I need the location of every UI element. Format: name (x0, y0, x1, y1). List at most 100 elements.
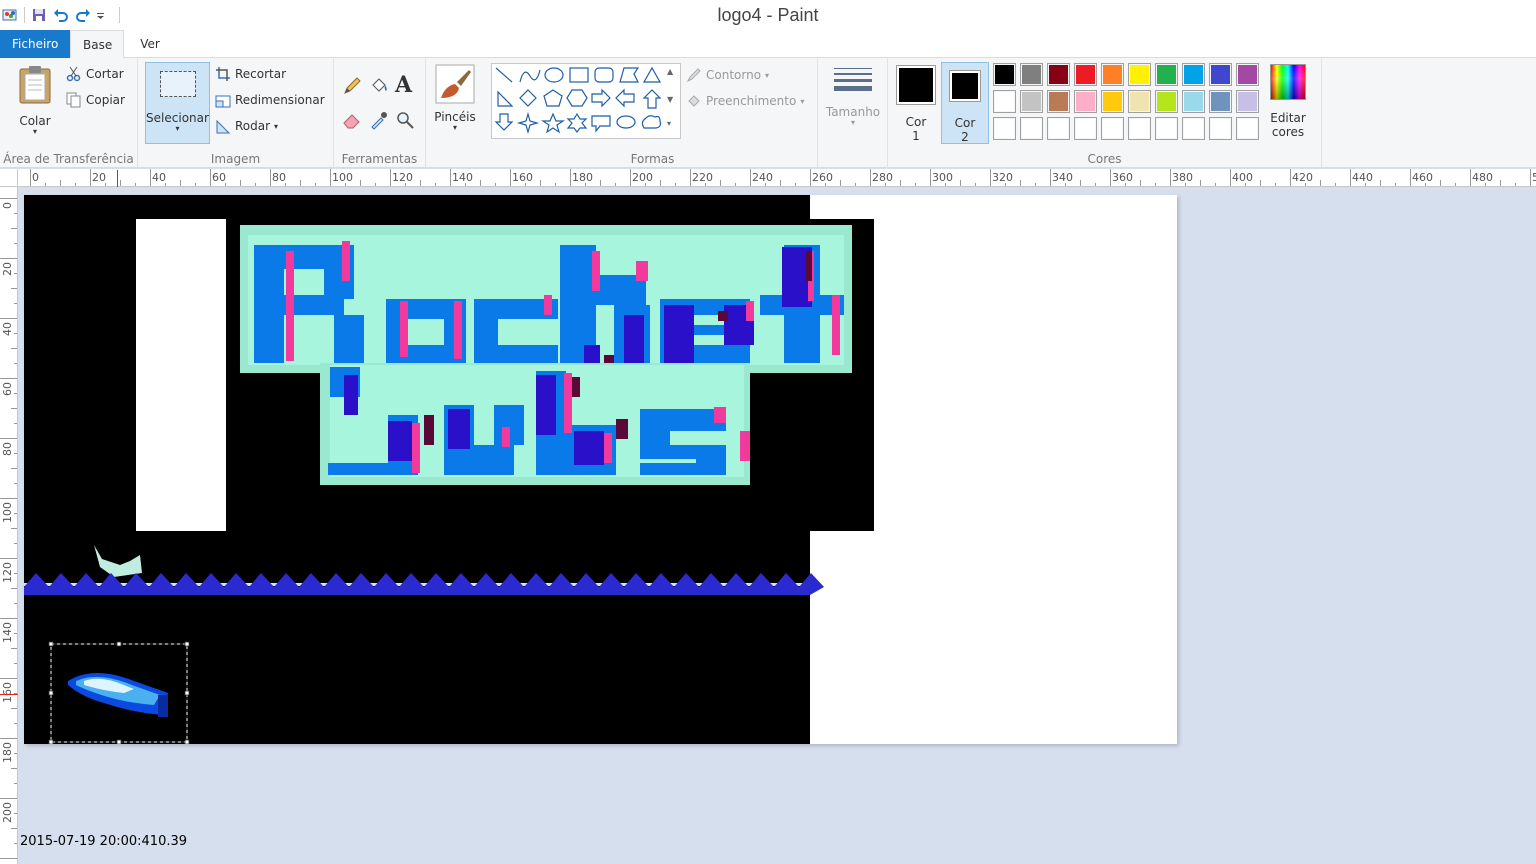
tab-home[interactable]: Base (70, 30, 124, 59)
pencil-icon[interactable] (342, 76, 362, 96)
oval-shape-icon (544, 67, 564, 83)
palette-swatch[interactable] (1128, 90, 1151, 113)
ruler-label: 40 (1, 322, 14, 336)
palette-empty-swatch[interactable] (1047, 117, 1070, 140)
cut-button[interactable]: Cortar (66, 66, 124, 82)
rectangle-shape-icon (569, 67, 589, 83)
palette-empty-swatch[interactable] (1020, 117, 1043, 140)
select-button[interactable]: Selecionar ▾ (145, 62, 210, 144)
canvas-image (24, 195, 874, 745)
rotate-icon (216, 119, 231, 134)
ruler-tick (11, 228, 17, 229)
palette-swatch[interactable] (1074, 63, 1097, 86)
rotate-button[interactable]: Rodar ▾ (215, 118, 278, 134)
ruler-tick (11, 768, 17, 769)
outline-button[interactable]: Contorno ▾ (686, 67, 769, 83)
palette-empty-swatch[interactable] (1182, 117, 1205, 140)
ruler-tick (14, 603, 17, 604)
tab-file[interactable]: Ficheiro (0, 30, 70, 58)
palette-swatch[interactable] (1074, 90, 1097, 113)
ruler-label: 160 (1, 682, 14, 703)
color1-swatch (896, 65, 936, 105)
color1-button[interactable]: Cor 1 (893, 62, 939, 144)
palette-swatch[interactable] (1128, 63, 1151, 86)
palette-swatch[interactable] (993, 63, 1016, 86)
scissors-icon (66, 66, 81, 82)
text-tool-icon[interactable]: A (395, 72, 412, 98)
drawing-canvas[interactable] (24, 195, 1177, 745)
palette-swatch[interactable] (1047, 63, 1070, 86)
ruler-label: 380 (1172, 171, 1193, 184)
ruler-tick (1020, 180, 1021, 186)
palette-swatch[interactable] (1236, 63, 1259, 86)
palette-empty-swatch[interactable] (1101, 117, 1124, 140)
ruler-tick (60, 180, 61, 186)
ruler-tick (180, 180, 181, 186)
palette-empty-swatch[interactable] (1209, 117, 1232, 140)
ruler-tick (855, 183, 856, 186)
polygon-shape-icon (619, 67, 640, 83)
paste-label: Colar (19, 114, 51, 128)
palette-swatch[interactable] (1155, 63, 1178, 86)
shapes-more-icon[interactable]: ▾ (667, 118, 679, 130)
select-label: Selecionar (146, 111, 209, 125)
brushes-button[interactable]: Pincéis ▾ (432, 64, 478, 132)
ruler-tick (1155, 183, 1156, 186)
ruler-label: 80 (1, 442, 14, 456)
paste-button[interactable]: Colar ▾ (10, 64, 60, 144)
palette-empty-swatch[interactable] (1074, 117, 1097, 140)
ruler-tick (360, 180, 361, 186)
ruler-label: 100 (332, 171, 353, 184)
ruler-tick (930, 169, 931, 186)
palette-swatch[interactable] (1020, 63, 1043, 86)
clipboard-group: Colar ▾ Cortar Copiar Área de Transferên… (0, 58, 138, 168)
chevron-down-icon: ▾ (452, 123, 457, 132)
ruler-tick (11, 288, 17, 289)
palette-swatch[interactable] (1047, 90, 1070, 113)
resize-button[interactable]: Redimensionar (215, 92, 325, 108)
fill-bucket-small-icon (688, 95, 700, 107)
ruler-tick (915, 183, 916, 186)
palette-swatch[interactable] (1020, 90, 1043, 113)
ruler-tick (975, 183, 976, 186)
size-button[interactable]: Tamanho ▾ (823, 64, 883, 127)
color2-button[interactable]: Cor 2 (941, 62, 989, 144)
magnifier-icon[interactable] (395, 110, 415, 130)
palette-swatch[interactable] (1182, 90, 1205, 113)
palette-swatch[interactable] (1182, 63, 1205, 86)
tab-view[interactable]: Ver (128, 30, 172, 58)
palette-empty-swatch[interactable] (1236, 117, 1259, 140)
shapes-scroll-down-icon[interactable]: ▼ (667, 94, 679, 106)
palette-empty-swatch[interactable] (993, 117, 1016, 140)
palette-swatch[interactable] (1209, 63, 1232, 86)
ruler-tick (540, 180, 541, 186)
colors-group-label: Cores (1087, 152, 1122, 166)
horizontal-cursor-marker (117, 170, 118, 187)
shapes-scroll-up-icon[interactable]: ▲ (667, 66, 679, 78)
palette-empty-swatch[interactable] (1155, 117, 1178, 140)
color-picker-icon[interactable] (369, 110, 389, 130)
palette-swatch[interactable] (1101, 90, 1124, 113)
ruler-tick (450, 169, 451, 186)
chevron-down-icon: ▾ (765, 70, 770, 80)
six-point-star-shape-icon (566, 112, 588, 133)
palette-swatch[interactable] (1209, 90, 1232, 113)
fill-bucket-icon[interactable] (369, 76, 389, 96)
palette-swatch[interactable] (1101, 63, 1124, 86)
chevron-down-icon: ▾ (800, 96, 805, 106)
crop-button[interactable]: Recortar (215, 66, 286, 82)
palette-swatch[interactable] (1155, 90, 1178, 113)
palette-swatch[interactable] (1236, 90, 1259, 113)
palette-empty-swatch[interactable] (1128, 117, 1151, 140)
edit-colors-button[interactable]: Editar cores (1266, 64, 1310, 139)
ruler-tick (11, 588, 17, 589)
down-arrow-shape-icon (494, 113, 514, 131)
ruler-tick (14, 783, 17, 784)
tools-group-label: Ferramentas (341, 152, 418, 166)
fill-button[interactable]: Preenchimento ▾ (686, 93, 804, 109)
shapes-gallery[interactable] (491, 63, 681, 139)
palette-swatch[interactable] (993, 90, 1016, 113)
eraser-icon[interactable] (342, 110, 362, 130)
copy-button[interactable]: Copiar (66, 92, 125, 108)
ruler-tick (480, 180, 481, 186)
